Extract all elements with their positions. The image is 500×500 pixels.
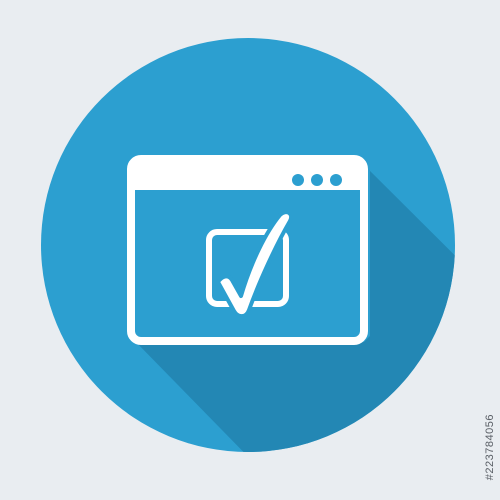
stock-id-label: #223784056: [484, 413, 496, 480]
window-control-dot: [330, 174, 342, 186]
window-controls: [292, 174, 342, 186]
window-control-dot: [292, 174, 304, 186]
browser-window-checkbox-icon: [41, 38, 455, 452]
window-control-dot: [311, 174, 323, 186]
stock-icon-canvas: #223784056: [0, 0, 500, 500]
